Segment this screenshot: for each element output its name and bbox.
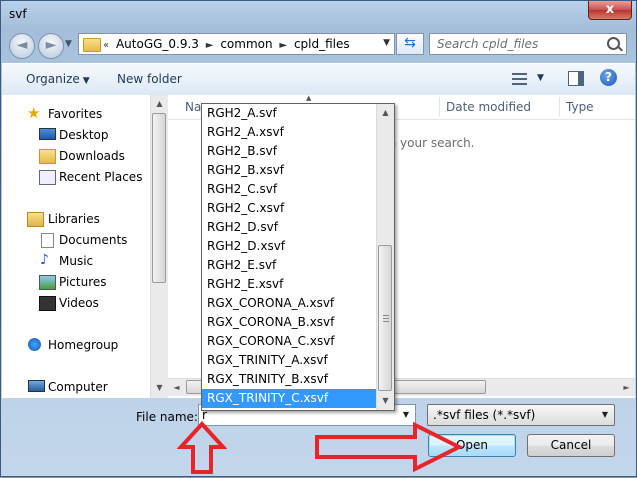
breadcrumb-overflow[interactable]: «: [103, 40, 109, 51]
autocomplete-item[interactable]: RGH2_E.svf: [202, 256, 376, 275]
help-icon[interactable]: ?: [600, 69, 617, 86]
breadcrumb-common[interactable]: common: [220, 37, 272, 51]
autocomplete-item[interactable]: RGH2_B.svf: [202, 142, 376, 161]
right-arrow-annotation: [315, 421, 463, 473]
nav-label: Documents: [59, 233, 128, 247]
autocomplete-item[interactable]: RGH2_E.xsvf: [202, 275, 376, 294]
column-divider[interactable]: [439, 97, 440, 117]
music-icon: ♪: [40, 252, 49, 268]
homegroup-icon: [28, 338, 41, 351]
command-toolbar: Organize ▼ New folder ▼ ?: [2, 63, 635, 96]
autocomplete-item[interactable]: RGX_CORONA_A.xsvf: [202, 294, 376, 313]
autocomplete-item[interactable]: RGX_CORONA_B.xsvf: [202, 313, 376, 332]
preview-pane-icon[interactable]: [568, 71, 584, 86]
title-bar: svf x: [1, 1, 637, 29]
search-placeholder: Search cpld_files: [437, 37, 539, 51]
recent-pages-button[interactable]: ▼: [65, 39, 72, 49]
organize-menu[interactable]: Organize ▼: [26, 72, 90, 86]
back-button[interactable]: ◄: [9, 33, 35, 59]
breadcrumb-cpld-files[interactable]: cpld_files: [294, 37, 350, 51]
scroll-down-icon[interactable]: ▼: [151, 379, 168, 396]
autocomplete-item[interactable]: RGH2_D.svf: [202, 218, 376, 237]
nav-label: Recent Places: [59, 170, 143, 184]
star-icon: ★: [27, 104, 41, 122]
view-dropdown-icon[interactable]: ▼: [537, 73, 544, 83]
scroll-up-icon[interactable]: ▲: [377, 104, 394, 121]
autocomplete-item[interactable]: RGX_CORONA_C.xsvf: [202, 332, 376, 351]
autocomplete-dropdown: RGH2_A.svf RGH2_A.xsvf RGH2_B.svf RGH2_B.xs…: [201, 103, 395, 411]
column-divider[interactable]: [559, 97, 560, 117]
autocomplete-list: RGH2_A.svf RGH2_A.xsvf RGH2_B.svf RGH2_B.xs…: [202, 104, 376, 408]
cancel-button[interactable]: Cancel: [527, 434, 615, 457]
breadcrumb-separator[interactable]: ►: [206, 40, 214, 51]
search-input[interactable]: Search cpld_files: [429, 33, 627, 55]
up-arrow-annotation: [177, 421, 227, 474]
nav-label: Libraries: [48, 212, 100, 226]
computer-icon: [28, 380, 45, 392]
scrollbar-thumb[interactable]: [378, 245, 392, 391]
pictures-icon: [39, 275, 56, 290]
column-name[interactable]: Na: [185, 100, 201, 114]
libraries-icon: [27, 212, 44, 227]
scrollbar-thumb[interactable]: [152, 113, 166, 283]
nav-label: Pictures: [59, 275, 107, 289]
thumb-grip: [383, 321, 389, 322]
sort-ascending-icon: ▲: [306, 94, 312, 102]
navigation-pane-scrollbar[interactable]: ▲ ▼: [150, 95, 168, 398]
file-type-value: .*svf files (*.*svf): [433, 408, 536, 422]
column-date-modified[interactable]: Date modified: [446, 100, 531, 114]
nav-label: Computer: [48, 380, 108, 394]
nav-label: Downloads: [59, 149, 125, 163]
navigation-bar: ◄ ► ▼ « AutoGG_0.9.3 ► common ► cpld_fil…: [1, 31, 637, 59]
file-type-dropdown-icon[interactable]: ▼: [596, 405, 614, 425]
nav-label: Desktop: [59, 128, 109, 142]
breadcrumb-separator[interactable]: ►: [279, 40, 287, 51]
documents-icon: [41, 233, 54, 248]
nav-label: Favorites: [48, 107, 103, 121]
thumb-grip: [383, 315, 389, 316]
address-dropdown-icon[interactable]: ▼: [383, 38, 390, 48]
breadcrumb: « AutoGG_0.9.3 ► common ► cpld_files: [103, 37, 353, 51]
autocomplete-scrollbar[interactable]: ▲ ▼: [376, 104, 394, 410]
breadcrumb-autogg[interactable]: AutoGG_0.9.3: [116, 37, 199, 51]
search-icon: [607, 37, 620, 50]
window-title: svf: [9, 7, 27, 21]
desktop-icon: [39, 128, 56, 140]
view-options-icon[interactable]: [512, 72, 527, 86]
refresh-button[interactable]: ⇆: [396, 33, 424, 55]
autocomplete-item[interactable]: RGH2_B.xsvf: [202, 161, 376, 180]
scroll-up-icon[interactable]: ▲: [151, 95, 168, 112]
autocomplete-item[interactable]: RGH2_D.xsvf: [202, 237, 376, 256]
close-button[interactable]: x: [588, 1, 632, 20]
nav-label: Music: [59, 254, 94, 268]
autocomplete-item[interactable]: RGH2_A.xsvf: [202, 123, 376, 142]
autocomplete-item[interactable]: RGH2_C.xsvf: [202, 199, 376, 218]
folder-icon: [83, 38, 101, 52]
autocomplete-item[interactable]: RGX_TRINITY_B.xsvf: [202, 370, 376, 389]
nav-label: Homegroup: [48, 338, 119, 352]
autocomplete-item[interactable]: RGH2_A.svf: [202, 104, 376, 123]
column-type[interactable]: Type: [566, 100, 594, 114]
new-folder-button[interactable]: New folder: [117, 72, 182, 86]
organize-label: Organize: [26, 72, 80, 86]
scroll-right-icon[interactable]: ►: [618, 379, 635, 396]
address-bar[interactable]: « AutoGG_0.9.3 ► common ► cpld_files ▼: [78, 33, 395, 55]
scroll-down-icon[interactable]: ▼: [377, 392, 394, 409]
nav-label: Videos: [59, 296, 99, 310]
thumb-grip: [383, 318, 389, 319]
autocomplete-item[interactable]: RGH2_C.svf: [202, 180, 376, 199]
recent-places-icon: [39, 170, 56, 185]
open-file-dialog: svf x ◄ ► ▼ « AutoGG_0.9.3 ► common ► cp…: [0, 0, 637, 477]
downloads-icon: [39, 149, 56, 164]
videos-icon: [39, 296, 56, 311]
forward-button[interactable]: ►: [38, 33, 64, 59]
organize-caret-icon: ▼: [82, 76, 90, 86]
empty-search-message: ch your search.: [382, 136, 475, 150]
navigation-pane: ★ Favorites Desktop Downloads Recent Pla…: [2, 95, 150, 398]
scroll-left-icon[interactable]: ◄: [168, 379, 185, 396]
autocomplete-item[interactable]: RGX_TRINITY_C.xsvf: [202, 389, 376, 408]
autocomplete-item[interactable]: RGX_TRINITY_A.xsvf: [202, 351, 376, 370]
